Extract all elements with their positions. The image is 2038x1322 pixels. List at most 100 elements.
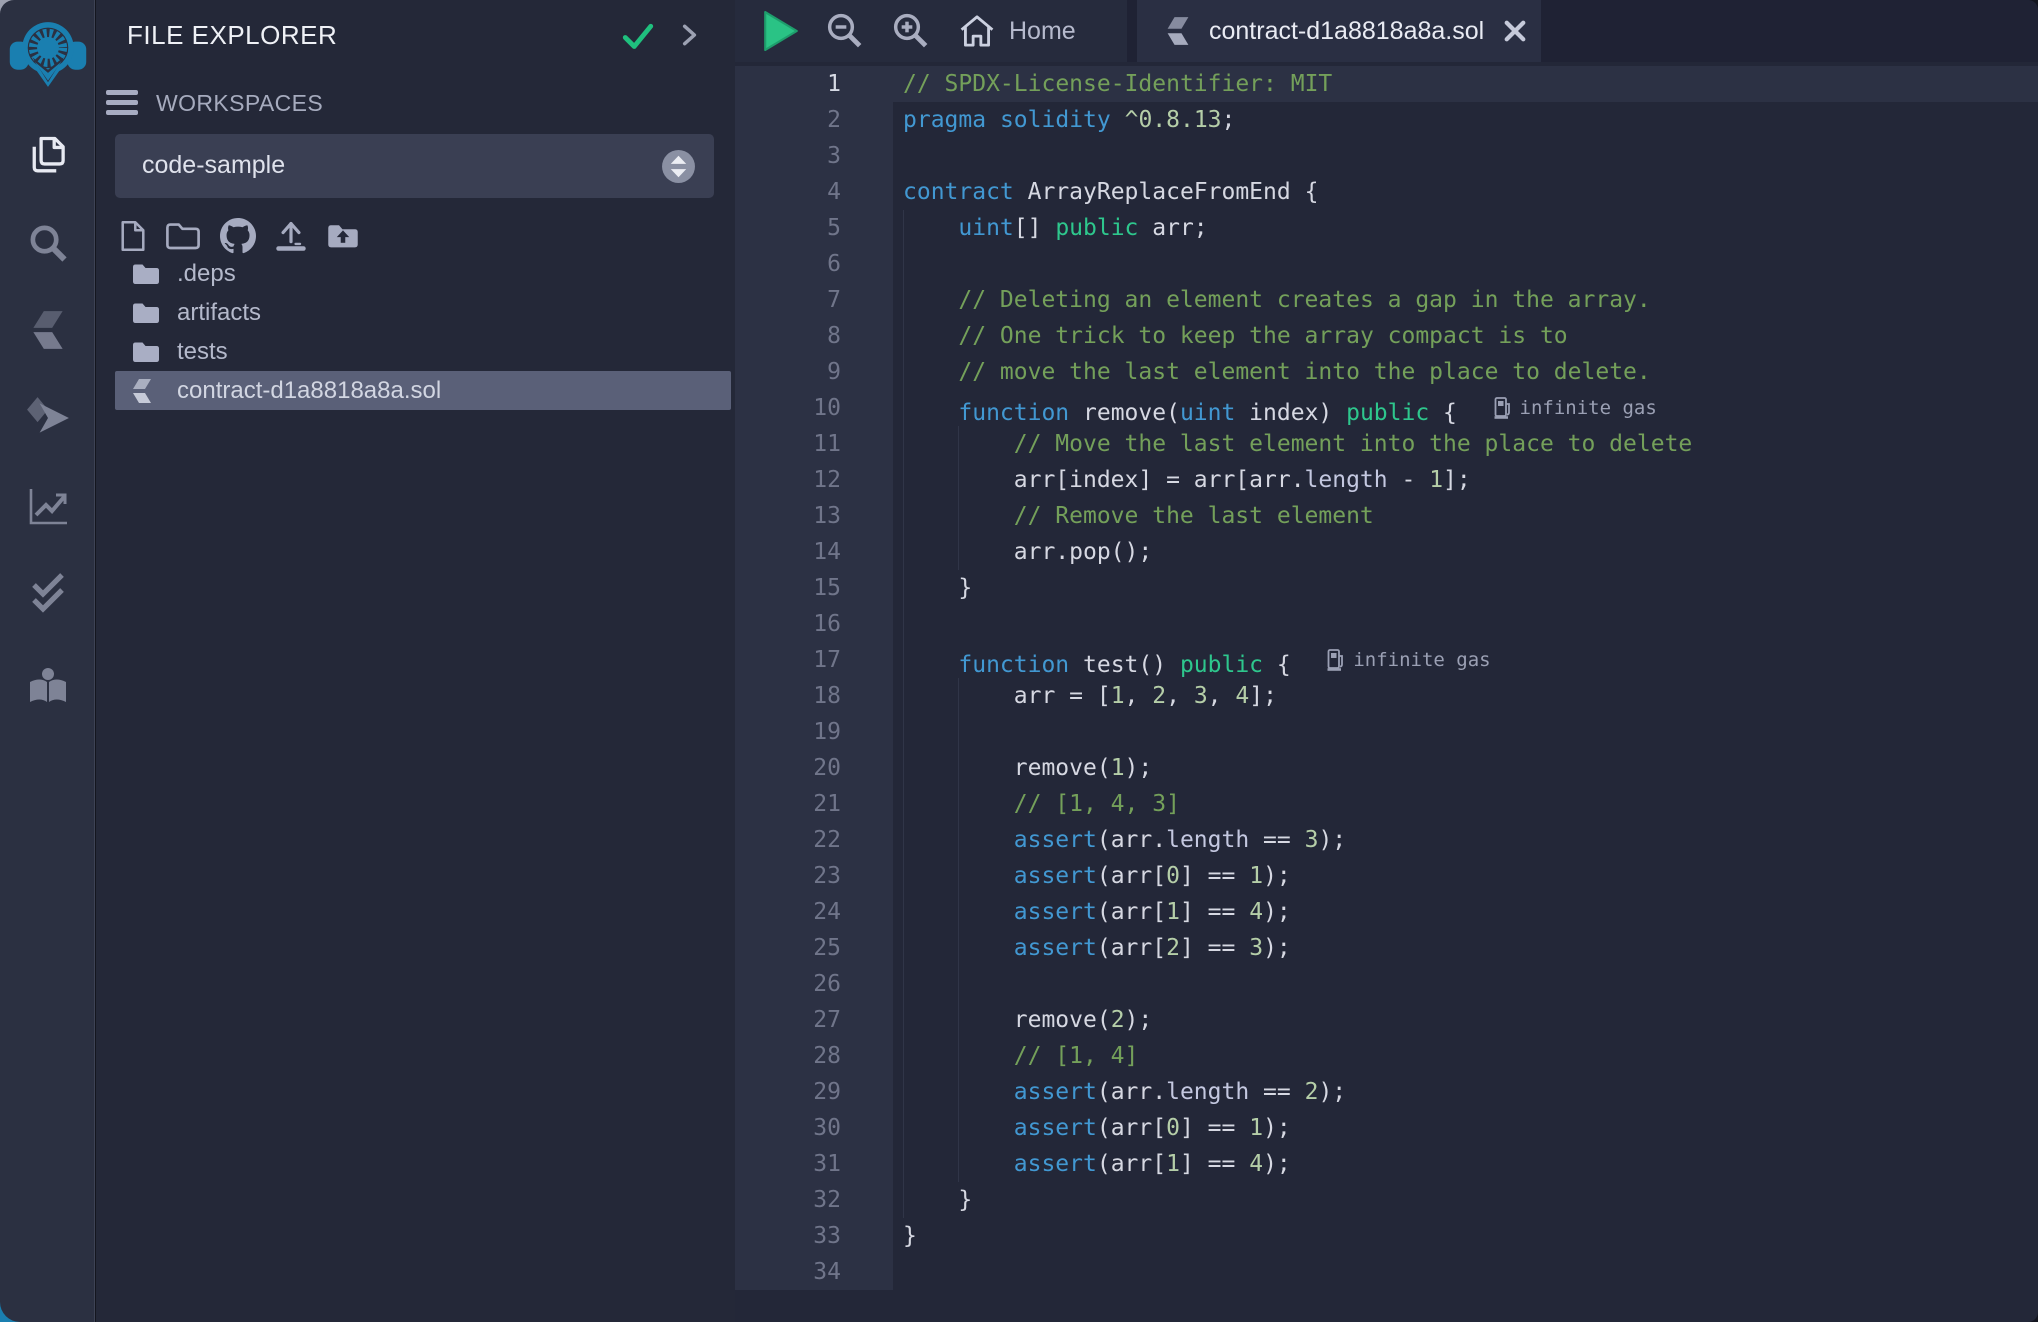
tab-bar: Home contract-d1a8818a8a.sol bbox=[735, 0, 2038, 62]
new-file-button[interactable] bbox=[120, 220, 146, 252]
code-line-8[interactable]: 8// One trick to keep the array compact … bbox=[735, 318, 2038, 354]
workspace-selected-value: code-sample bbox=[142, 151, 285, 180]
code-line-5[interactable]: 5uint[] public arr; bbox=[735, 210, 2038, 246]
search-icon bbox=[26, 221, 70, 265]
zoom-in-button[interactable] bbox=[891, 11, 931, 51]
upload-file-icon bbox=[275, 219, 307, 253]
sidebar-item-analysis[interactable] bbox=[0, 478, 95, 534]
play-icon bbox=[763, 11, 799, 51]
code-editor[interactable]: 1// SPDX-License-Identifier: MIT2pragma … bbox=[735, 62, 2038, 1322]
folder-icon bbox=[131, 262, 161, 286]
code-line-27[interactable]: 27remove(2); bbox=[735, 1002, 2038, 1038]
code-line-21[interactable]: 21// [1, 4, 3] bbox=[735, 786, 2038, 822]
tree-folder-tests[interactable]: tests bbox=[96, 332, 731, 371]
tab-home[interactable]: Home bbox=[959, 14, 1076, 48]
sidebar-item-file-explorer[interactable] bbox=[0, 127, 95, 183]
code-line-18[interactable]: 18arr = [1, 2, 3, 4]; bbox=[735, 678, 2038, 714]
folder-icon bbox=[131, 340, 161, 364]
code-line-16[interactable]: 16 bbox=[735, 606, 2038, 642]
sidebar-item-search[interactable] bbox=[0, 215, 95, 271]
line-number: 15 bbox=[735, 570, 893, 606]
code-line-28[interactable]: 28// [1, 4] bbox=[735, 1038, 2038, 1074]
sidebar-item-deploy-run[interactable] bbox=[0, 390, 95, 446]
tree-file-contract-d1a8818a8a.sol[interactable]: contract-d1a8818a8a.sol bbox=[115, 371, 731, 410]
editor-pane: Home contract-d1a8818a8a.sol 1// bbox=[735, 0, 2038, 1322]
line-number: 4 bbox=[735, 174, 893, 210]
code-line-12[interactable]: 12arr[index] = arr[arr.length - 1]; bbox=[735, 462, 2038, 498]
line-number: 30 bbox=[735, 1110, 893, 1146]
code-line-20[interactable]: 20remove(1); bbox=[735, 750, 2038, 786]
line-number: 21 bbox=[735, 786, 893, 822]
code-line-9[interactable]: 9// move the last element into the place… bbox=[735, 354, 2038, 390]
tree-item-label: contract-d1a8818a8a.sol bbox=[177, 377, 441, 405]
line-number: 33 bbox=[735, 1218, 893, 1254]
code-line-32[interactable]: 32} bbox=[735, 1182, 2038, 1218]
icon-sidebar bbox=[0, 0, 95, 1322]
sidebar-item-unit-testing[interactable] bbox=[0, 565, 95, 621]
select-caret-icon bbox=[661, 149, 696, 184]
code-line-30[interactable]: 30assert(arr[0] == 1); bbox=[735, 1110, 2038, 1146]
code-line-3[interactable]: 3 bbox=[735, 138, 2038, 174]
learneth-book-icon bbox=[26, 666, 70, 710]
expand-chevron-button[interactable] bbox=[676, 22, 702, 53]
line-number: 13 bbox=[735, 498, 893, 534]
workspace-select[interactable]: code-sample bbox=[115, 134, 714, 198]
zoom-out-button[interactable] bbox=[825, 11, 865, 51]
code-line-26[interactable]: 26 bbox=[735, 966, 2038, 1002]
code-line-34[interactable]: 34 bbox=[735, 1254, 2038, 1290]
tree-item-label: artifacts bbox=[177, 299, 261, 327]
code-line-13[interactable]: 13// Remove the last element bbox=[735, 498, 2038, 534]
line-number: 7 bbox=[735, 282, 893, 318]
line-number: 8 bbox=[735, 318, 893, 354]
clone-github-button[interactable] bbox=[220, 218, 256, 254]
github-icon bbox=[220, 218, 256, 254]
code-line-1[interactable]: 1// SPDX-License-Identifier: MIT bbox=[735, 66, 2038, 102]
code-line-23[interactable]: 23assert(arr[0] == 1); bbox=[735, 858, 2038, 894]
code-line-4[interactable]: 4contract ArrayReplaceFromEnd { bbox=[735, 174, 2038, 210]
run-script-button[interactable] bbox=[763, 11, 799, 51]
code-line-7[interactable]: 7// Deleting an element creates a gap in… bbox=[735, 282, 2038, 318]
code-line-11[interactable]: 11// Move the last element into the plac… bbox=[735, 426, 2038, 462]
code-line-19[interactable]: 19 bbox=[735, 714, 2038, 750]
line-number: 31 bbox=[735, 1146, 893, 1182]
code-line-6[interactable]: 6 bbox=[735, 246, 2038, 282]
upload-file-button[interactable] bbox=[275, 219, 307, 253]
accept-check-button[interactable] bbox=[620, 18, 656, 59]
solidity-file-icon bbox=[1165, 16, 1191, 46]
workspaces-menu-button[interactable] bbox=[106, 90, 138, 116]
sidebar-item-plugins[interactable] bbox=[0, 660, 95, 716]
code-line-33[interactable]: 33} bbox=[735, 1218, 2038, 1254]
code-line-29[interactable]: 29assert(arr.length == 2); bbox=[735, 1074, 2038, 1110]
workspaces-row: WORKSPACES bbox=[96, 90, 735, 136]
code-line-22[interactable]: 22assert(arr.length == 3); bbox=[735, 822, 2038, 858]
line-number: 20 bbox=[735, 750, 893, 786]
code-line-14[interactable]: 14arr.pop(); bbox=[735, 534, 2038, 570]
folder-icon bbox=[131, 301, 161, 325]
new-folder-button[interactable] bbox=[165, 221, 201, 251]
file-tree: .deps artifacts tests contract-d1a8818a8a.s… bbox=[96, 254, 735, 410]
tab-contract-file[interactable]: contract-d1a8818a8a.sol bbox=[1137, 0, 1541, 62]
gas-pump-icon bbox=[1327, 648, 1344, 672]
file-explorer-header: FILE EXPLORER bbox=[96, 0, 735, 70]
explorer-toolbar bbox=[120, 218, 360, 254]
code-line-24[interactable]: 24assert(arr[1] == 4); bbox=[735, 894, 2038, 930]
code-line-31[interactable]: 31assert(arr[1] == 4); bbox=[735, 1146, 2038, 1182]
code-line-15[interactable]: 15} bbox=[735, 570, 2038, 606]
upload-folder-button[interactable] bbox=[326, 222, 360, 250]
tree-folder-.deps[interactable]: .deps bbox=[96, 254, 731, 293]
close-tab-button[interactable] bbox=[1502, 18, 1528, 44]
code-line-10[interactable]: 10function remove(uint index) public {in… bbox=[735, 390, 2038, 426]
line-number: 10 bbox=[735, 390, 893, 426]
line-number: 32 bbox=[735, 1182, 893, 1218]
line-number: 27 bbox=[735, 1002, 893, 1038]
tree-folder-artifacts[interactable]: artifacts bbox=[96, 293, 731, 332]
code-line-2[interactable]: 2pragma solidity ^0.8.13; bbox=[735, 102, 2038, 138]
file-explorer-panel: FILE EXPLORER WORKSPACES code-sample bbox=[96, 0, 735, 1322]
code-line-25[interactable]: 25assert(arr[2] == 3); bbox=[735, 930, 2038, 966]
editor-toolbar: Home bbox=[735, 0, 1127, 62]
code-line-17[interactable]: 17function test() public {infinite gas bbox=[735, 642, 2038, 678]
sidebar-item-solidity-compiler[interactable] bbox=[0, 302, 95, 358]
zoom-in-icon bbox=[891, 11, 931, 51]
gas-pump-icon bbox=[1494, 396, 1511, 420]
line-number: 3 bbox=[735, 138, 893, 174]
